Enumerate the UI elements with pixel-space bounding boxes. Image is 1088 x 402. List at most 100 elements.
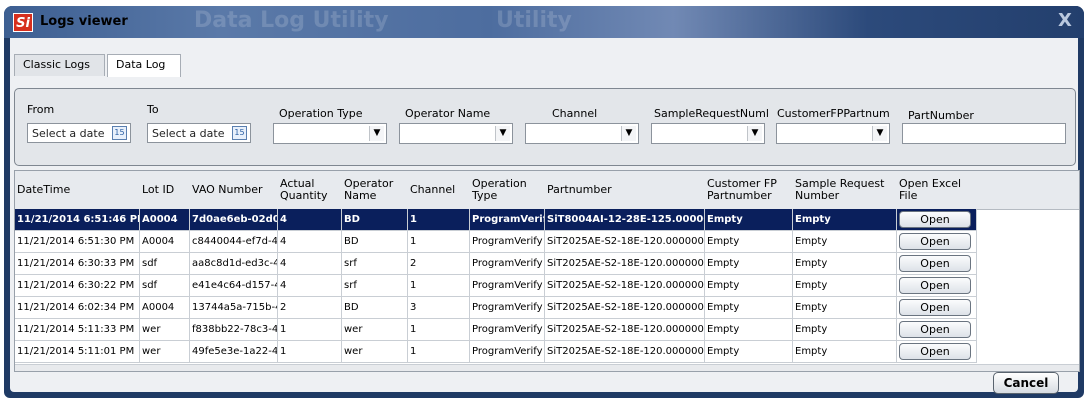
table-row[interactable]: 11/21/2014 6:51:46 PM A0004 7d0ae6eb-02d…: [15, 209, 1079, 231]
open-excel-button[interactable]: Open: [899, 277, 971, 294]
cell-datetime: 11/21/2014 6:30:22 PM: [15, 275, 140, 297]
column-header-channel[interactable]: Channel: [408, 171, 470, 209]
cell-operation-type: ProgramVerify: [470, 275, 545, 297]
cell-channel: 1: [408, 341, 470, 363]
open-excel-button[interactable]: Open: [899, 255, 971, 272]
column-header-customer-fp[interactable]: Customer FP Partnumber: [705, 171, 793, 209]
chevron-down-icon[interactable]: ▼: [621, 126, 636, 141]
table-row[interactable]: 11/21/2014 5:11:33 PM wer f838bb22-78c3-…: [15, 319, 1079, 341]
to-label: To: [147, 103, 159, 116]
operator-name-select[interactable]: ▼: [399, 123, 513, 144]
chevron-down-icon[interactable]: ▼: [747, 126, 762, 141]
from-date-picker[interactable]: Select a date 15: [27, 123, 131, 143]
cell-datetime: 11/21/2014 6:02:34 PM: [15, 297, 140, 319]
open-excel-button[interactable]: Open: [899, 299, 971, 316]
from-label: From: [27, 103, 55, 116]
open-excel-button[interactable]: Open: [899, 211, 971, 228]
from-date-text: Select a date: [32, 127, 105, 140]
calendar-icon[interactable]: 15: [112, 126, 127, 140]
cell-operation-type: ProgramVerify: [470, 209, 545, 231]
cell-sample-request: Empty: [793, 231, 897, 253]
column-header-vao-number[interactable]: VAO Number: [190, 171, 278, 209]
cell-channel: 1: [408, 209, 470, 231]
channel-select[interactable]: ▼: [525, 123, 639, 144]
cell-operator: BD: [342, 209, 408, 231]
cell-quantity: 4: [278, 253, 342, 275]
column-header-partnumber[interactable]: Partnumber: [545, 171, 705, 209]
table-row[interactable]: 11/21/2014 5:11:01 PM wer 49fe5e3e-1a22-…: [15, 341, 1079, 363]
tab-data-log[interactable]: Data Log: [107, 54, 181, 77]
cell-datetime: 11/21/2014 6:30:33 PM: [15, 253, 140, 275]
partnumber-input[interactable]: [902, 123, 1066, 144]
cell-vao-number: f838bb22-78c3-43: [190, 319, 278, 341]
cell-sample-request: Empty: [793, 275, 897, 297]
cell-operation-type: ProgramVerify: [470, 297, 545, 319]
cell-customer-fp: Empty: [705, 319, 793, 341]
cell-customer-fp: Empty: [705, 275, 793, 297]
cell-partnumber: SiT2025AE-S2-18E-120.000000: [545, 253, 705, 275]
cell-channel: 2: [408, 253, 470, 275]
title-bar[interactable]: Data Log Utility Utility Si Logs viewer …: [4, 6, 1084, 38]
chevron-down-icon[interactable]: ▼: [872, 126, 887, 141]
cell-quantity: 1: [278, 341, 342, 363]
cell-channel: 3: [408, 297, 470, 319]
to-date-picker[interactable]: Select a date 15: [147, 123, 251, 143]
cell-lot-id: A0004: [140, 297, 190, 319]
column-header-open-excel[interactable]: Open Excel File: [897, 171, 977, 209]
cell-datetime: 11/21/2014 5:11:01 PM: [15, 341, 140, 363]
operation-type-select[interactable]: ▼: [273, 123, 387, 144]
cell-customer-fp: Empty: [705, 297, 793, 319]
cell-open-excel: Open: [897, 297, 977, 319]
cell-operation-type: ProgramVerify: [470, 319, 545, 341]
table-row[interactable]: 11/21/2014 6:30:22 PM sdf e41e4c64-d157-…: [15, 275, 1079, 297]
cell-partnumber: SiT2025AE-S2-18E-120.000000: [545, 297, 705, 319]
tab-classic-logs[interactable]: Classic Logs: [14, 54, 105, 76]
cell-operation-type: ProgramVerify: [470, 231, 545, 253]
close-button[interactable]: X: [1054, 10, 1076, 32]
cell-partnumber: SiT2025AE-S2-18E-120.000000: [545, 275, 705, 297]
calendar-icon[interactable]: 15: [232, 126, 247, 140]
cell-open-excel: Open: [897, 341, 977, 363]
column-header-actual-quantity[interactable]: Actual Quantity: [278, 171, 342, 209]
column-header-sample-request[interactable]: Sample Request Number: [793, 171, 897, 209]
cell-operator: BD: [342, 297, 408, 319]
operator-name-label: Operator Name: [405, 107, 491, 120]
cell-quantity: 2: [278, 297, 342, 319]
filter-panel: From Select a date 15 To Select a date 1…: [14, 88, 1076, 166]
cell-partnumber: SiT2025AE-S2-18E-120.000000: [545, 341, 705, 363]
cell-open-excel: Open: [897, 231, 977, 253]
cell-operator: srf: [342, 253, 408, 275]
open-excel-button[interactable]: Open: [899, 343, 971, 360]
cell-datetime: 11/21/2014 6:51:30 PM: [15, 231, 140, 253]
cell-vao-number: e41e4c64-d157-46: [190, 275, 278, 297]
grid-header: DateTime Lot ID VAO Number Actual Quanti…: [15, 171, 1079, 210]
column-header-datetime[interactable]: DateTime: [15, 171, 140, 209]
sample-request-select[interactable]: ▼: [651, 123, 765, 144]
cell-open-excel: Open: [897, 319, 977, 341]
cell-operator: wer: [342, 341, 408, 363]
main-content: Classic Logs Data Log From Select a date…: [10, 38, 1080, 394]
table-row[interactable]: 11/21/2014 6:02:34 PM A0004 13744a5a-715…: [15, 297, 1079, 319]
chevron-down-icon[interactable]: ▼: [495, 126, 510, 141]
cell-open-excel: Open: [897, 253, 977, 275]
window-title: Logs viewer: [40, 14, 128, 29]
chevron-down-icon[interactable]: ▼: [369, 126, 384, 141]
cell-open-excel: Open: [897, 209, 977, 231]
app-logo: Si: [13, 13, 33, 32]
horizontal-scrollbar[interactable]: [15, 364, 1079, 371]
table-row[interactable]: 11/21/2014 6:51:30 PM A0004 c8440044-ef7…: [15, 231, 1079, 253]
cell-sample-request: Empty: [793, 341, 897, 363]
open-excel-button[interactable]: Open: [899, 233, 971, 250]
cell-quantity: 4: [278, 275, 342, 297]
customer-fp-select[interactable]: ▼: [776, 123, 890, 144]
title-watermark: Data Log Utility: [194, 8, 389, 33]
cancel-button[interactable]: Cancel: [993, 372, 1059, 394]
column-header-operation-type[interactable]: Operation Type: [470, 171, 545, 209]
open-excel-button[interactable]: Open: [899, 321, 971, 338]
customer-fp-label: CustomerFPPartnum: [777, 107, 890, 120]
cell-operation-type: ProgramVerify: [470, 253, 545, 275]
cell-sample-request: Empty: [793, 297, 897, 319]
table-row[interactable]: 11/21/2014 6:30:33 PM sdf aa8c8d1d-ed3c-…: [15, 253, 1079, 275]
column-header-operator-name[interactable]: Operator Name: [342, 171, 408, 209]
column-header-lot-id[interactable]: Lot ID: [140, 171, 190, 209]
